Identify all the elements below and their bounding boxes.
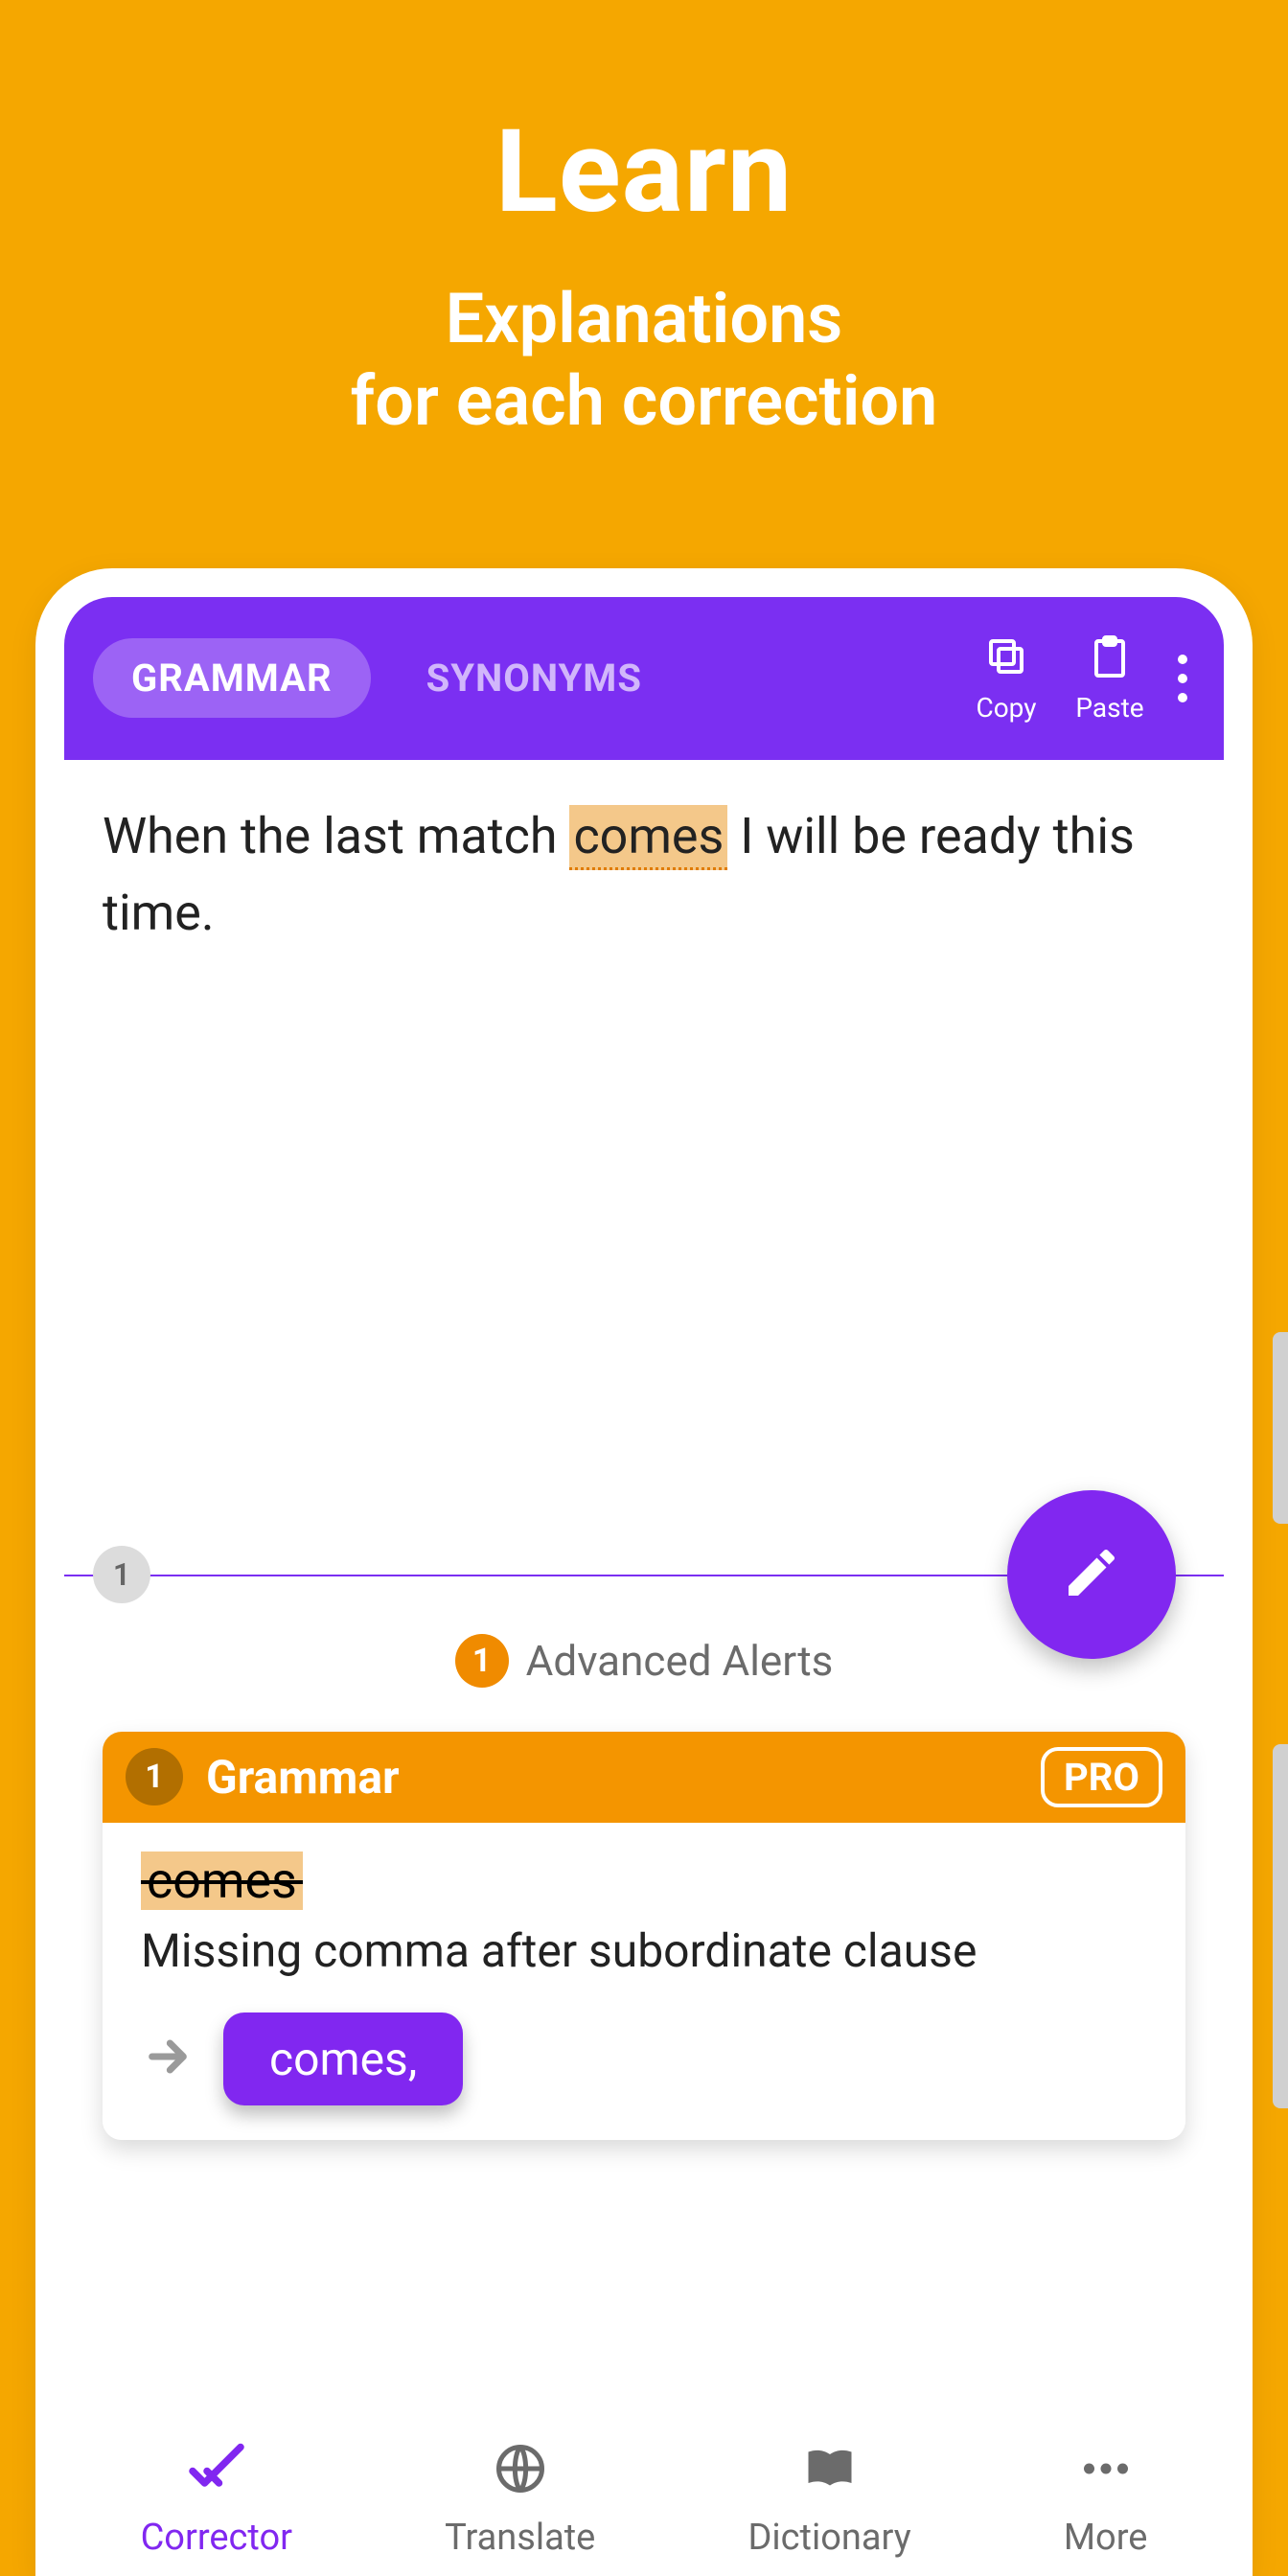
- tab-synonyms[interactable]: SYNONYMS: [388, 638, 680, 718]
- issue-count-badge: 1: [93, 1546, 150, 1603]
- book-icon: [801, 2440, 859, 2507]
- pencil-icon: [1061, 1542, 1122, 1607]
- nav-more[interactable]: More: [1064, 2440, 1148, 2559]
- suggestion-button[interactable]: comes,: [223, 2012, 463, 2105]
- side-indicator: [1273, 1744, 1288, 2108]
- copy-icon: [983, 633, 1029, 686]
- tab-grammar[interactable]: GRAMMAR: [93, 638, 371, 718]
- highlighted-word[interactable]: comes: [569, 805, 727, 870]
- promo-subtitle: Explanations for each correction: [351, 278, 938, 444]
- promo-title: Learn: [351, 105, 938, 240]
- card-category: Grammar: [206, 1750, 1018, 1805]
- issue-divider: 1: [64, 1575, 1224, 1576]
- check-icon: [188, 2440, 245, 2507]
- explanation-text: Missing comma after subordinate clause: [141, 1923, 1147, 1978]
- bottom-nav: Corrector Translate Dictionary More: [64, 2411, 1224, 2576]
- nav-translate[interactable]: Translate: [445, 2440, 595, 2559]
- side-indicator: [1273, 1332, 1288, 1524]
- globe-icon: [492, 2440, 549, 2507]
- overflow-menu[interactable]: [1170, 655, 1195, 702]
- original-word: comes: [141, 1852, 303, 1910]
- card-number: 1: [126, 1748, 183, 1806]
- card-header: 1 Grammar PRO: [103, 1732, 1185, 1823]
- editor-text[interactable]: When the last match comes I will be read…: [64, 760, 1224, 1575]
- nav-corrector[interactable]: Corrector: [141, 2440, 292, 2559]
- copy-label: Copy: [976, 692, 1036, 724]
- arrow-right-icon: [141, 2030, 195, 2087]
- nav-dictionary[interactable]: Dictionary: [748, 2440, 910, 2559]
- more-icon: [1077, 2440, 1135, 2507]
- correction-card: 1 Grammar PRO comes Missing comma after …: [103, 1732, 1185, 2140]
- promo-text: Learn Explanations for each correction: [351, 105, 938, 444]
- paste-button[interactable]: Paste: [1067, 633, 1153, 724]
- paste-label: Paste: [1075, 692, 1143, 724]
- alerts-count: 1: [455, 1634, 509, 1688]
- phone-frame: GRAMMAR SYNONYMS Copy Paste When the las: [35, 568, 1253, 2576]
- app-header: GRAMMAR SYNONYMS Copy Paste: [64, 597, 1224, 760]
- edit-fab[interactable]: [1007, 1490, 1176, 1659]
- alerts-label: Advanced Alerts: [526, 1636, 834, 1686]
- copy-button[interactable]: Copy: [963, 633, 1049, 724]
- clipboard-icon: [1087, 633, 1133, 686]
- pro-badge: PRO: [1041, 1747, 1162, 1807]
